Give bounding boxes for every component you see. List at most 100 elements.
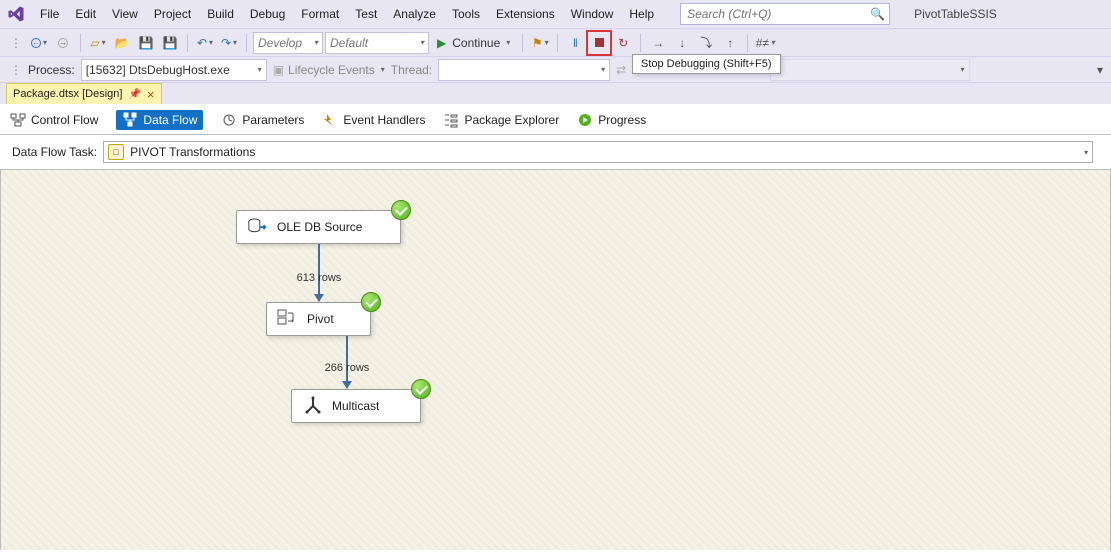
node-pivot[interactable]: Pivot	[266, 302, 371, 336]
toolbar-separator	[640, 34, 641, 52]
node-oledb-source[interactable]: OLE DB Source	[236, 210, 401, 244]
pin-icon[interactable]: 📌	[128, 89, 140, 100]
variable-button[interactable]: #≠▾	[754, 32, 776, 54]
success-badge-icon	[391, 200, 411, 220]
stop-debugging-button[interactable]	[588, 32, 610, 54]
step-over-button[interactable]: ⤵	[695, 32, 717, 54]
quick-launch-search[interactable]: 🔍	[680, 3, 890, 25]
lifecycle-events-button[interactable]: ▣Lifecycle Events▾	[273, 63, 385, 77]
stop-tooltip: Stop Debugging (Shift+F5)	[632, 54, 781, 74]
connector	[318, 244, 320, 294]
success-badge-icon	[411, 379, 431, 399]
toolbar-separator	[187, 34, 188, 52]
control-flow-icon	[10, 112, 26, 128]
thread-combo[interactable]: ▾	[438, 59, 610, 81]
chevron-down-icon: ▾	[420, 38, 424, 47]
db-source-icon	[247, 217, 269, 237]
package-explorer-icon	[443, 112, 459, 128]
breakpoint-button[interactable]: ⚑▾	[529, 32, 551, 54]
process-label: Process:	[28, 63, 75, 77]
open-button[interactable]: 📂	[111, 32, 133, 54]
show-next-statement-button[interactable]: →	[647, 32, 669, 54]
solution-platform-combo[interactable]: Default▾	[325, 32, 429, 54]
new-item-button[interactable]: ▱▾	[87, 32, 109, 54]
tab-control-flow[interactable]: Control Flow	[10, 112, 98, 128]
stop-icon	[595, 38, 604, 47]
node-label: Multicast	[332, 399, 379, 413]
tab-label: Data Flow	[143, 113, 197, 127]
tab-progress[interactable]: Progress	[577, 112, 646, 128]
main-toolbar: ⋮ ←▾ → ▱▾ 📂 💾 💾 ↶▾ ↷▾ Develop▾ Default▾ …	[0, 28, 1111, 56]
save-button[interactable]: 💾	[135, 32, 157, 54]
menu-analyze[interactable]: Analyze	[385, 0, 444, 28]
data-flow-task-combo[interactable]: □ PIVOT Transformations ▾	[103, 141, 1093, 163]
step-into-button[interactable]: ↓	[671, 32, 693, 54]
data-flow-task-value: PIVOT Transformations	[130, 145, 255, 159]
solution-config-combo[interactable]: Develop▾	[253, 32, 323, 54]
data-flow-canvas[interactable]: OLE DB Source 613 rows Pivot 266 rows Mu…	[0, 170, 1111, 550]
ssis-designer-header: Control Flow Data Flow Parameters Event …	[0, 104, 1111, 135]
search-input[interactable]	[685, 6, 870, 22]
arrow-down-icon	[342, 381, 352, 389]
nav-forward-button[interactable]: →	[52, 32, 74, 54]
connector	[346, 336, 348, 381]
lifecycle-icon: ▣	[273, 63, 284, 77]
menu-format[interactable]: Format	[293, 0, 347, 28]
menu-build[interactable]: Build	[199, 0, 242, 28]
process-combo[interactable]: [15632] DtsDebugHost.exe▾	[81, 59, 267, 81]
toolbar-separator	[246, 34, 247, 52]
tab-parameters[interactable]: Parameters	[221, 112, 304, 128]
tab-data-flow[interactable]: Data Flow	[116, 110, 203, 130]
menu-window[interactable]: Window	[563, 0, 622, 28]
menu-help[interactable]: Help	[621, 0, 662, 28]
menu-edit[interactable]: Edit	[67, 0, 104, 28]
menu-tools[interactable]: Tools	[444, 0, 488, 28]
data-flow-task-row: Data Flow Task: □ PIVOT Transformations …	[0, 135, 1111, 170]
multicast-icon	[302, 396, 324, 416]
document-tab[interactable]: Package.dtsx [Design] 📌 ×	[6, 83, 162, 104]
pivot-icon	[277, 309, 299, 329]
thread-tool-button[interactable]: ⇄	[616, 63, 626, 77]
tab-label: Parameters	[242, 113, 304, 127]
menu-test[interactable]: Test	[347, 0, 385, 28]
restart-button[interactable]: ↻	[612, 32, 634, 54]
chevron-down-icon: ▾	[314, 38, 318, 47]
chevron-down-icon: ▾	[601, 65, 605, 74]
grip-icon: ⋮	[10, 63, 22, 77]
node-multicast[interactable]: Multicast	[291, 389, 421, 423]
menu-debug[interactable]: Debug	[242, 0, 293, 28]
undo-button[interactable]: ↶▾	[194, 32, 216, 54]
node-label: Pivot	[307, 312, 334, 326]
toolbar-separator	[80, 34, 81, 52]
menu-file[interactable]: File	[32, 0, 67, 28]
tab-label: Control Flow	[31, 113, 98, 127]
close-icon[interactable]: ×	[147, 88, 155, 101]
stack-frame-combo[interactable]: ▾	[770, 59, 970, 81]
document-tabstrip: Package.dtsx [Design] 📌 ×	[0, 82, 1111, 104]
toolbar-separator	[522, 34, 523, 52]
node-label: OLE DB Source	[277, 220, 362, 234]
row-count-label: 266 rows	[297, 362, 397, 374]
tab-package-explorer[interactable]: Package Explorer	[443, 112, 559, 128]
redo-button[interactable]: ↷▾	[218, 32, 240, 54]
chevron-down-icon: ▾	[961, 65, 965, 74]
menu-view[interactable]: View	[104, 0, 146, 28]
success-badge-icon	[361, 292, 381, 312]
save-all-button[interactable]: 💾	[159, 32, 181, 54]
play-icon: ▶	[437, 36, 446, 50]
continue-button[interactable]: ▶Continue▾	[431, 32, 516, 54]
chevron-down-icon: ▾	[258, 65, 262, 74]
designer-tabs: Control Flow Data Flow Parameters Event …	[10, 110, 1101, 130]
menu-extensions[interactable]: Extensions	[488, 0, 563, 28]
nav-back-button[interactable]: ←▾	[28, 32, 50, 54]
data-flow-task-label: Data Flow Task:	[12, 145, 97, 159]
menu-project[interactable]: Project	[146, 0, 199, 28]
tab-event-handlers[interactable]: Event Handlers	[322, 112, 425, 128]
toolbar-overflow-icon[interactable]: ▾	[1097, 63, 1103, 77]
break-all-button[interactable]: ‖	[564, 32, 586, 54]
grip-icon: ⋮	[10, 36, 22, 50]
row-count-label: 613 rows	[269, 272, 369, 284]
step-out-button[interactable]: ↑	[719, 32, 741, 54]
arrow-down-icon	[314, 294, 324, 302]
visual-studio-logo-icon	[6, 4, 26, 24]
